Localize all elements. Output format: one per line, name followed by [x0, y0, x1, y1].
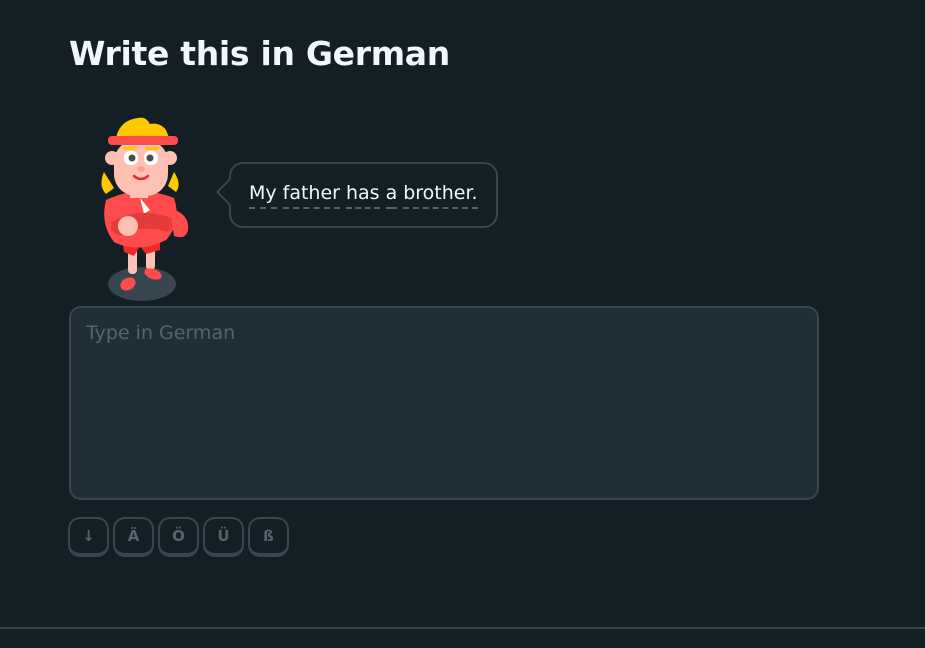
prompt-sentence: My father has a brother.	[249, 182, 478, 209]
speech-bubble: My father has a brother.	[215, 162, 498, 228]
arrow-down-icon[interactable]: ↓	[68, 517, 109, 557]
speech-bubble-tail	[215, 177, 245, 207]
footer-divider	[0, 627, 925, 629]
prompt-word[interactable]: father	[282, 182, 340, 209]
character-illustration	[101, 117, 189, 301]
key-u-umlaut[interactable]: Ü	[203, 517, 244, 557]
page-title: Write this in German	[69, 34, 450, 73]
key-o-umlaut[interactable]: Ö	[158, 517, 199, 557]
prompt-word[interactable]: has	[345, 182, 380, 209]
prompt-word[interactable]: a	[385, 182, 398, 209]
prompt-word[interactable]: brother.	[403, 182, 478, 209]
special-character-keys: ↓ Ä Ö Ü ß	[68, 517, 289, 557]
key-a-umlaut[interactable]: Ä	[113, 517, 154, 557]
prompt-word[interactable]: My	[249, 182, 277, 209]
answer-input[interactable]	[69, 306, 819, 500]
key-eszett[interactable]: ß	[248, 517, 289, 557]
exercise-page: Write this in German My father has a bro…	[0, 0, 925, 648]
